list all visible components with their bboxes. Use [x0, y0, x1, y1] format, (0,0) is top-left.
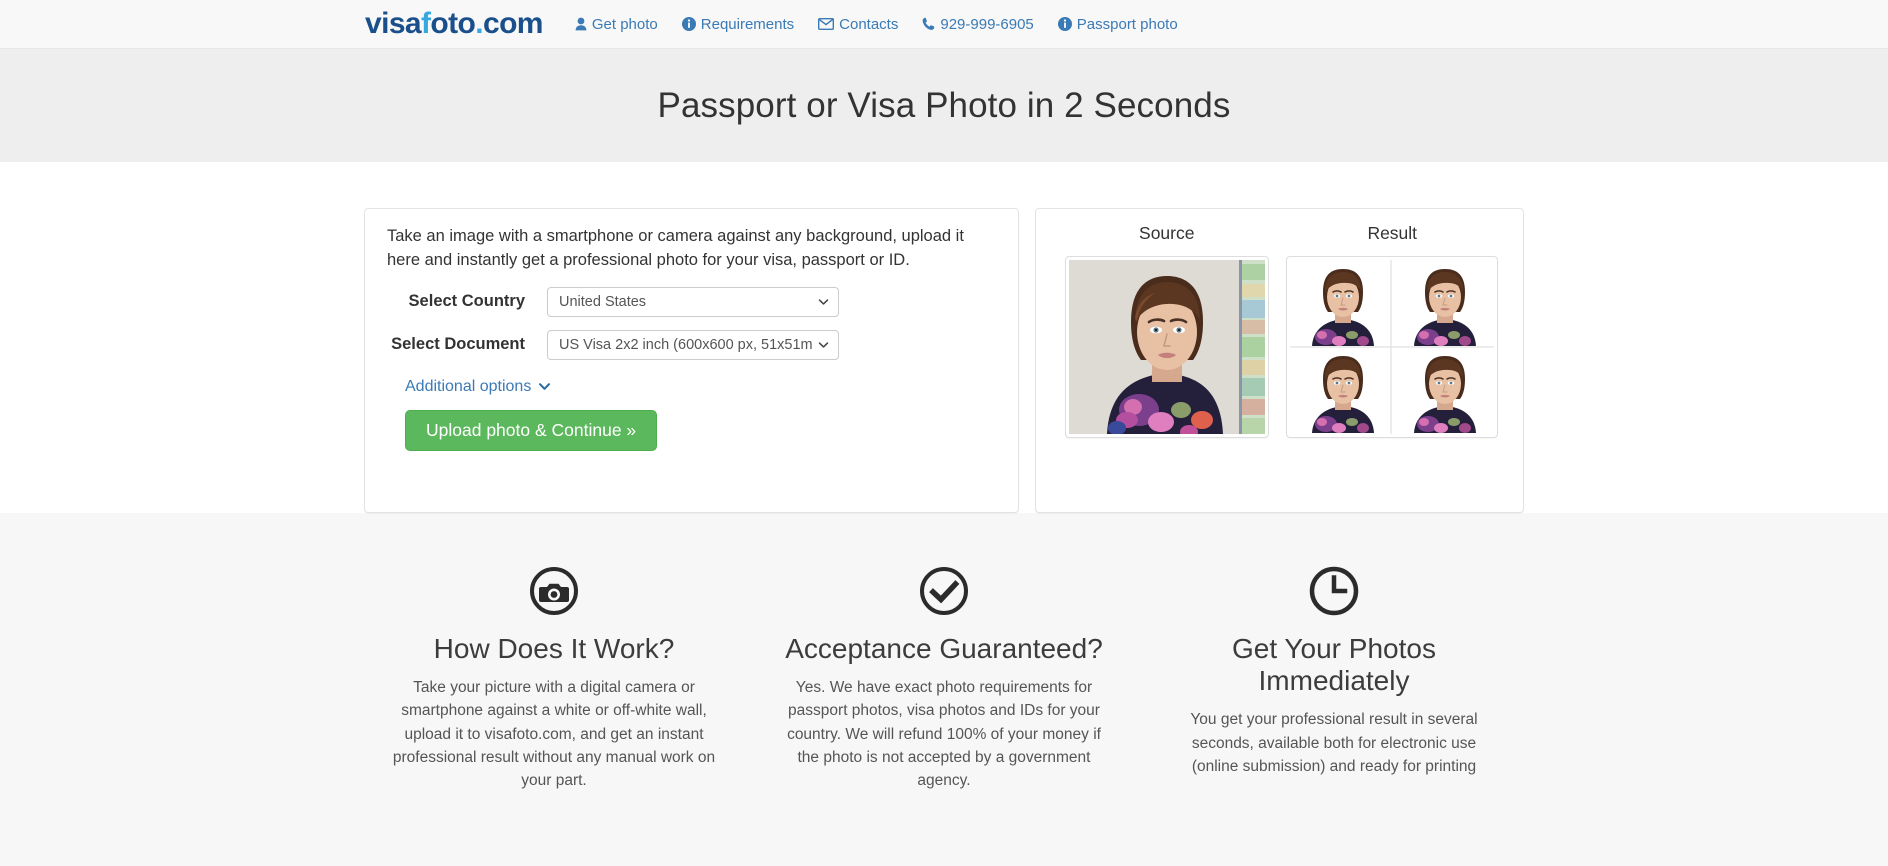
nav-item-requirements[interactable]: Requirements [670, 16, 806, 33]
logo-part-com: com [482, 7, 543, 40]
primary-nav: Get photo Requirements Contacts 929-999-… [563, 16, 1190, 33]
page-title: Passport or Visa Photo in 2 Seconds [657, 85, 1231, 125]
nav-label: 929-999-6905 [940, 15, 1034, 33]
nav-item-contacts[interactable]: Contacts [806, 16, 910, 33]
result-photo-grid [1290, 260, 1495, 434]
nav-label: Passport photo [1076, 15, 1178, 33]
chevron-down-icon [818, 296, 829, 307]
nav-item-phone[interactable]: 929-999-6905 [910, 16, 1045, 33]
feature-title: Acceptance Guaranteed? [785, 633, 1103, 664]
camera-circle-icon [387, 566, 721, 616]
country-select[interactable]: United States [547, 286, 839, 317]
additional-options-label: Additional options [405, 377, 532, 395]
header-inner: visafoto.com Get photo Requirements Cont [359, 9, 1529, 39]
additional-options-row: Additional options [405, 378, 996, 396]
site-header: visafoto.com Get photo Requirements Cont [0, 0, 1888, 49]
logo-part-visa: visa [365, 7, 422, 40]
feature-body: You get your professional result in seve… [1190, 711, 1478, 775]
info-circle-icon [1057, 17, 1072, 31]
check-circle-icon [777, 566, 1111, 616]
feature-how-does-it-work: How Does It Work? Take your picture with… [359, 566, 749, 866]
feature-get-photos-immediately: Get Your Photos Immediately You get your… [1139, 566, 1529, 866]
logo-part-dot: . [475, 7, 483, 40]
site-logo[interactable]: visafoto.com [365, 9, 543, 39]
document-selected-value: US Visa 2x2 inch (600x600 px, 51x51mm) [559, 336, 812, 353]
features-section: How Does It Work? Take your picture with… [0, 513, 1888, 866]
additional-options-toggle[interactable]: Additional options [405, 378, 551, 396]
form-intro-text: Take an image with a smartphone or camer… [387, 227, 964, 269]
main-section: Take an image with a smartphone or camer… [0, 162, 1888, 513]
result-photo-frame [1286, 256, 1499, 438]
logo-part-oto: oto [430, 7, 476, 40]
country-row: Select Country United States [387, 286, 996, 317]
nav-label: Get photo [591, 15, 658, 33]
chevron-down-icon [818, 339, 829, 350]
feature-title: Get Your Photos Immediately [1232, 633, 1436, 697]
source-photo-frame [1064, 256, 1269, 438]
feature-acceptance-guaranteed: Acceptance Guaranteed? Yes. We have exac… [749, 566, 1139, 866]
document-select[interactable]: US Visa 2x2 inch (600x600 px, 51x51mm) [547, 329, 839, 360]
logo-part-f: f [421, 7, 431, 40]
document-row: Select Document US Visa 2x2 inch (600x60… [387, 329, 996, 360]
nav-item-passport-photo[interactable]: Passport photo [1046, 16, 1190, 33]
features-inner: How Does It Work? Take your picture with… [359, 566, 1529, 866]
envelope-icon [818, 18, 835, 30]
info-circle-icon [681, 17, 696, 31]
user-icon [575, 17, 587, 31]
result-title: Result [1367, 223, 1418, 243]
country-selected-value: United States [559, 293, 647, 310]
feature-title: How Does It Work? [433, 633, 675, 664]
nav-label: Contacts [839, 15, 899, 33]
document-label: Select Document [391, 335, 525, 354]
hero-banner: Passport or Visa Photo in 2 Seconds [0, 49, 1888, 162]
preview-panel: Source Result [1035, 208, 1524, 513]
upload-form-panel: Take an image with a smartphone or camer… [364, 208, 1019, 513]
nav-item-get-photo[interactable]: Get photo [563, 16, 670, 33]
result-column: Result [1286, 223, 1499, 494]
source-column: Source [1062, 223, 1272, 494]
source-title: Source [1139, 223, 1195, 243]
phone-icon [922, 17, 935, 31]
feature-body: Take your picture with a digital camera … [392, 679, 716, 790]
clock-circle-icon [1167, 566, 1501, 616]
main-inner: Take an image with a smartphone or camer… [364, 208, 1524, 513]
nav-label: Requirements [700, 15, 795, 33]
country-label: Select Country [408, 292, 525, 311]
feature-body: Yes. We have exact photo requirements fo… [787, 679, 1101, 790]
source-photo [1068, 260, 1265, 434]
chevron-down-icon [538, 380, 551, 393]
upload-photo-button[interactable]: Upload photo & Continue » [405, 409, 658, 452]
